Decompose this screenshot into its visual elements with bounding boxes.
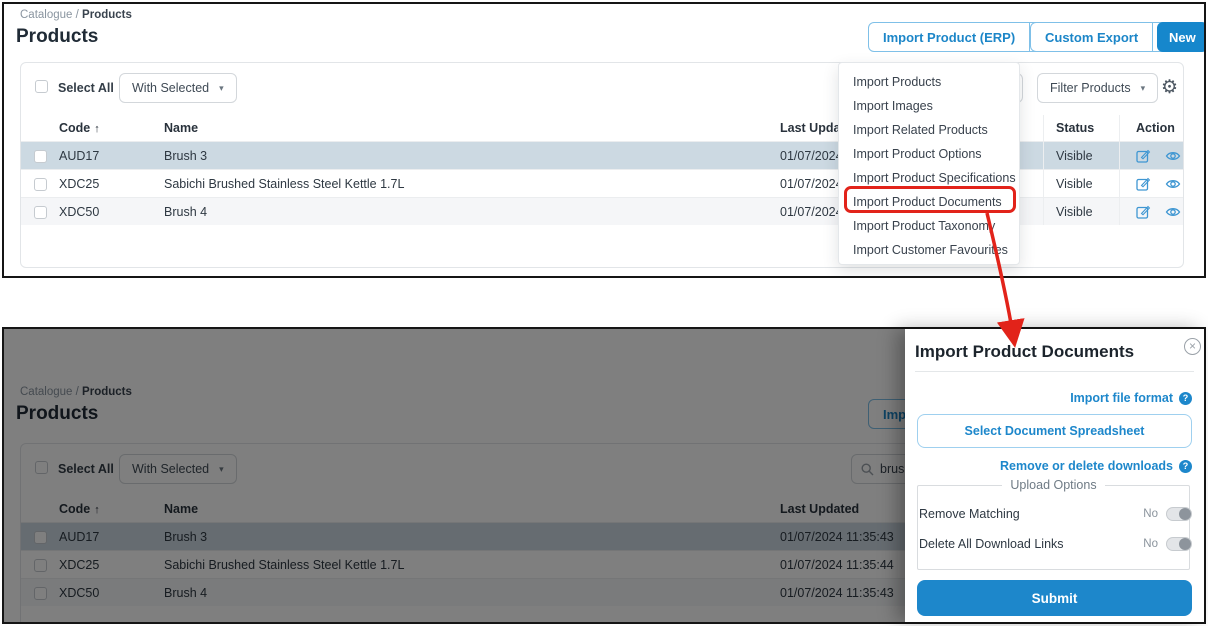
help-icon[interactable]: ?: [1179, 460, 1192, 473]
row-checkbox[interactable]: [34, 150, 47, 163]
view-icon[interactable]: [1165, 178, 1181, 190]
cell-status: Visible: [1043, 142, 1119, 169]
menu-item-import-customer-favourites[interactable]: Import Customer Favourites: [839, 238, 1019, 262]
filter-products-dropdown[interactable]: Filter Products ▾: [1037, 73, 1158, 103]
menu-item-import-product-documents[interactable]: Import Product Documents: [839, 190, 1019, 214]
products-page-top: Catalogue / Products Products Import Pro…: [2, 2, 1206, 278]
menu-item-import-related-products[interactable]: Import Related Products: [839, 118, 1019, 142]
breadcrumb-current: Products: [82, 9, 132, 21]
import-dropdown-menu: Import Products Import Images Import Rel…: [838, 62, 1020, 265]
cell-action: [1119, 142, 1183, 169]
close-icon[interactable]: ×: [1184, 338, 1201, 355]
breadcrumb-section[interactable]: Catalogue: [20, 9, 72, 21]
cell-status: Visible: [1043, 198, 1119, 225]
remove-matching-value: No: [1143, 508, 1158, 520]
menu-item-import-product-taxonomy[interactable]: Import Product Taxonomy: [839, 214, 1019, 238]
modal-title: Import Product Documents: [915, 342, 1134, 362]
edit-icon[interactable]: [1136, 204, 1151, 219]
select-document-spreadsheet-button[interactable]: Select Document Spreadsheet: [917, 414, 1192, 448]
remove-matching-label: Remove Matching: [919, 507, 1143, 521]
import-product-documents-modal: Import Product Documents × Import file f…: [905, 329, 1204, 622]
menu-item-import-product-specifications[interactable]: Import Product Specifications: [839, 166, 1019, 190]
help-icon[interactable]: ?: [1179, 392, 1192, 405]
header-name[interactable]: Name: [164, 121, 780, 135]
cell-status: Visible: [1043, 170, 1119, 197]
custom-export-button[interactable]: Custom Export ▾: [1030, 22, 1177, 52]
filter-products-caret-icon: ▾: [1141, 83, 1146, 94]
import-file-format-link[interactable]: Import file format: [1070, 391, 1173, 405]
submit-button[interactable]: Submit: [917, 580, 1192, 616]
row-checkbox[interactable]: [34, 206, 47, 219]
edit-icon[interactable]: [1136, 176, 1151, 191]
menu-item-import-products[interactable]: Import Products: [839, 70, 1019, 94]
new-button[interactable]: New: [1157, 22, 1206, 52]
import-product-erp-label[interactable]: Import Product (ERP): [869, 23, 1029, 51]
breadcrumb: Catalogue / Products: [20, 9, 132, 21]
with-selected-dropdown[interactable]: With Selected ▾: [119, 73, 237, 103]
breadcrumb-separator: /: [76, 9, 79, 21]
delete-all-download-links-label: Delete All Download Links: [919, 537, 1143, 551]
cell-code: AUD17: [59, 149, 164, 163]
header-action: Action: [1119, 115, 1183, 141]
cell-name: Sabichi Brushed Stainless Steel Kettle 1…: [164, 177, 780, 191]
cell-action: [1119, 198, 1183, 225]
view-icon[interactable]: [1165, 206, 1181, 218]
with-selected-label: With Selected: [132, 81, 209, 95]
menu-item-import-product-options[interactable]: Import Product Options: [839, 142, 1019, 166]
cell-code: XDC50: [59, 205, 164, 219]
toggle-knob: [1179, 538, 1191, 550]
delete-all-download-links-toggle[interactable]: [1166, 537, 1192, 551]
upload-options-legend: Upload Options: [1002, 478, 1104, 492]
menu-item-import-images[interactable]: Import Images: [839, 94, 1019, 118]
cell-code: XDC25: [59, 177, 164, 191]
select-all-checkbox[interactable]: [35, 80, 48, 93]
cell-name: Brush 4: [164, 205, 780, 219]
header-status: Status: [1043, 115, 1119, 141]
delete-all-download-links-value: No: [1143, 538, 1158, 550]
page-title: Products: [16, 26, 98, 48]
import-product-erp-button[interactable]: Import Product (ERP) ▾: [868, 22, 1054, 52]
custom-export-label[interactable]: Custom Export: [1031, 23, 1152, 51]
sort-asc-icon: ↑: [94, 123, 100, 135]
row-checkbox[interactable]: [34, 178, 47, 191]
divider: [915, 371, 1194, 372]
select-all-label: Select All: [58, 81, 114, 95]
view-icon[interactable]: [1165, 150, 1181, 162]
upload-options-group: Upload Options: [917, 478, 1190, 570]
remove-or-delete-downloads-link[interactable]: Remove or delete downloads: [1000, 459, 1173, 473]
cell-name: Brush 3: [164, 149, 780, 163]
edit-icon[interactable]: [1136, 148, 1151, 163]
remove-matching-toggle[interactable]: [1166, 507, 1192, 521]
cell-action: [1119, 170, 1183, 197]
gear-icon[interactable]: ⚙: [1161, 78, 1178, 97]
filter-products-label: Filter Products: [1050, 81, 1131, 95]
toggle-knob: [1179, 508, 1191, 520]
with-selected-caret-icon: ▾: [219, 83, 224, 94]
header-code[interactable]: Code↑: [59, 121, 164, 135]
